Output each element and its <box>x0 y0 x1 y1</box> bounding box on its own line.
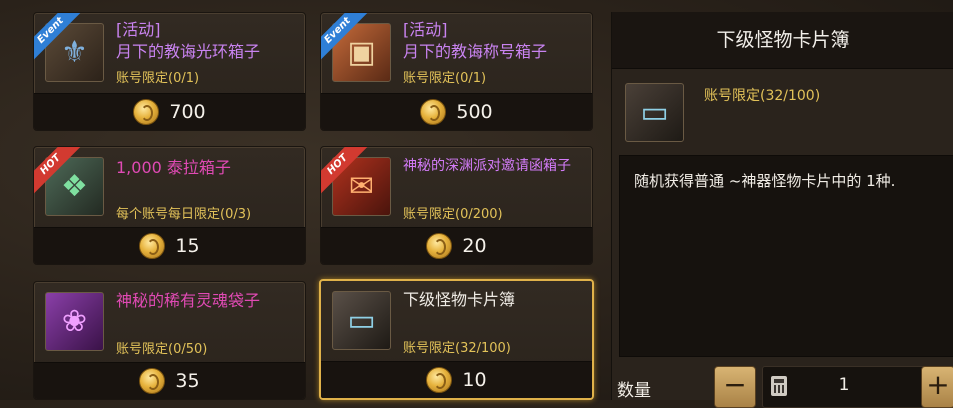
item-limit: 账号限定(0/1) <box>116 71 200 86</box>
increase-quantity-button[interactable]: + <box>921 366 953 408</box>
item-detail-panel: 下级怪物卡片簿 ▭ 账号限定(32/100) 随机获得普通 ~神器怪物卡片中的 … <box>611 12 953 400</box>
description-box: 随机获得普通 ~神器怪物卡片中的 1种. <box>619 155 953 357</box>
decrease-quantity-button[interactable]: − <box>714 366 756 408</box>
item-limit: 账号限定(0/50) <box>116 342 208 357</box>
item-name: 1,000 泰拉箱子 <box>116 158 231 177</box>
quantity-value: 1 <box>838 375 850 395</box>
gold-coin-icon <box>133 99 160 125</box>
price-bar: 500 <box>321 93 592 130</box>
item-limit: 每个账号每日限定(0/3) <box>116 207 252 222</box>
price-bar: 20 <box>321 227 592 264</box>
price-bar: 35 <box>34 362 305 399</box>
shop-item-card[interactable]: ❖ HOT 1,000 泰拉箱子 每个账号每日限定(0/3) 15 <box>33 146 306 265</box>
item-name: [活动] 月下的教诲光环箱子 <box>116 20 261 61</box>
shop-item-card[interactable]: ✉ HOT 神秘的深渊派对邀请函箱子 账号限定(0/200) 20 <box>320 146 593 265</box>
item-name: 下级怪物卡片簿 <box>403 290 516 309</box>
price-bar: 10 <box>321 361 592 398</box>
card-album-icon: ▭ <box>625 83 684 142</box>
item-price: 700 <box>169 101 206 123</box>
detail-title: 下级怪物卡片簿 <box>612 12 953 69</box>
gold-coin-icon <box>426 233 453 259</box>
item-name: 神秘的深渊派对邀请函箱子 <box>403 158 571 174</box>
gold-coin-icon <box>139 233 166 259</box>
gold-coin-icon <box>426 367 453 393</box>
detail-description: 随机获得普通 ~神器怪物卡片中的 1种. <box>634 172 896 190</box>
item-price: 35 <box>175 370 200 392</box>
gold-coin-icon <box>139 368 166 394</box>
gold-coin-icon <box>420 99 447 125</box>
item-price: 10 <box>462 369 487 391</box>
detail-limit: 账号限定(32/100) <box>704 88 821 104</box>
item-name: 神秘的稀有灵魂袋子 <box>116 291 261 310</box>
item-limit: 账号限定(32/100) <box>403 341 511 356</box>
item-name: [活动] 月下的教诲称号箱子 <box>403 20 548 61</box>
quantity-label: 数量 <box>617 381 651 401</box>
shop-item-card[interactable]: ❀ 神秘的稀有灵魂袋子 账号限定(0/50) 35 <box>33 281 306 400</box>
price-bar: 700 <box>34 93 305 130</box>
item-price: 15 <box>175 235 200 257</box>
shop-item-card-selected[interactable]: ▭ 下级怪物卡片簿 账号限定(32/100) 10 <box>319 279 594 400</box>
shop-item-card[interactable]: ▣ Event [活动] 月下的教诲称号箱子 账号限定(0/1) 500 <box>320 12 593 131</box>
item-price: 20 <box>462 235 487 257</box>
item-limit: 账号限定(0/200) <box>403 207 503 222</box>
card-album-icon: ▭ <box>332 291 391 350</box>
soul-pouch-icon: ❀ <box>45 292 104 351</box>
item-price: 500 <box>456 101 493 123</box>
quantity-input[interactable]: 1 <box>762 366 926 408</box>
item-limit: 账号限定(0/1) <box>403 71 487 86</box>
shop-item-card[interactable]: ⚜ Event [活动] 月下的教诲光环箱子 账号限定(0/1) 700 <box>33 12 306 131</box>
price-bar: 15 <box>34 227 305 264</box>
